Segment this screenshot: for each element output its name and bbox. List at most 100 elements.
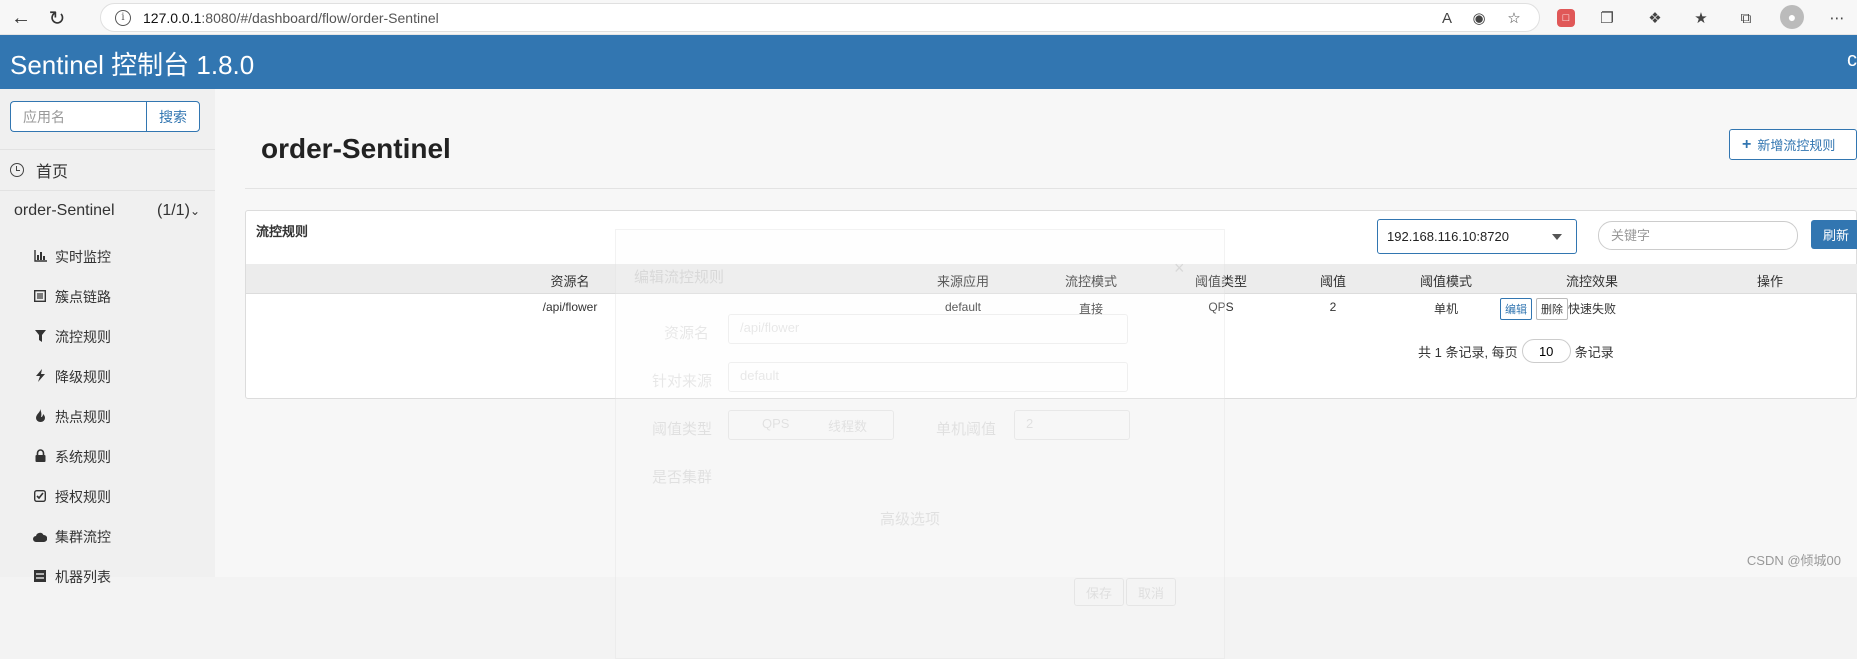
sidebar-item-label: 热点规则	[55, 409, 111, 425]
page-size-input[interactable]	[1521, 339, 1571, 363]
clock-icon	[10, 163, 24, 177]
sidebar-item-flow-rules[interactable]: 流控规则	[0, 317, 215, 357]
collections-icon[interactable]: ❐	[1596, 7, 1618, 29]
refresh-button[interactable]: 刷新	[1811, 220, 1857, 249]
sidebar-item-realtime-monitor[interactable]: 实时监控	[0, 237, 215, 277]
table-header: 资源名 来源应用 流控模式 阈值类型 阈值 阈值模式 流控效果 操作	[246, 264, 1857, 294]
browser-toolbar: ← ↻ i 127.0.0.1:8080/#/dashboard/flow/or…	[0, 0, 1857, 35]
lock-icon	[33, 449, 47, 465]
main-content: order-Sentinel + 新增流控规则 流控规则 192.168.116…	[215, 89, 1857, 659]
column-header: 阈值	[1319, 274, 1347, 289]
cell-grade: QPS	[1208, 300, 1234, 314]
add-flow-rule-button[interactable]: + 新增流控规则	[1729, 129, 1857, 160]
sidebar-menu: 实时监控 簇点链路 流控规则 降级规则 热点规则 系统规则 授权规则 集群流控	[0, 237, 215, 597]
url-path: :8080/#/dashboard/flow/order-Sentinel	[201, 9, 439, 26]
cell-limit-app: default	[944, 300, 982, 314]
sidebar-item-cluster-flow[interactable]: 集群流控	[0, 517, 215, 557]
machine-select[interactable]: 192.168.116.10:8720	[1377, 219, 1577, 254]
ghost-count-label: 单机阈值	[936, 421, 997, 438]
table-row: /api/flower default 直接 QPS 2 单机 快速失败 编辑 …	[246, 294, 1857, 332]
check-square-icon	[33, 489, 47, 505]
sidebar-item-label: 机器列表	[55, 569, 111, 585]
ghost-grade-label: 阈值类型	[652, 421, 713, 438]
app-search-button[interactable]: 搜索	[146, 101, 200, 132]
ghost-grade-field	[728, 410, 894, 440]
sidebar-item-label: 降级规则	[55, 369, 111, 385]
sidebar-item-home[interactable]: 首页	[0, 149, 215, 191]
sidebar: 搜索 首页 order-Sentinel (1/1) ⌄ 实时监控 簇点链路 流…	[0, 89, 215, 585]
ghost-save-button	[1074, 578, 1124, 606]
app-search-input[interactable]	[10, 101, 146, 132]
cell-mode: 直接	[1078, 302, 1104, 316]
sidebar-item-hot-rules[interactable]: 热点规则	[0, 397, 215, 437]
cell-count: 2	[1329, 300, 1337, 314]
column-header: 流控模式	[1064, 274, 1118, 289]
ghost-save-label: 保存	[1086, 586, 1113, 601]
sidebar-item-cluster-point[interactable]: 簇点链路	[0, 277, 215, 317]
sidebar-item-label: 集群流控	[55, 529, 111, 545]
sidebar-app-group[interactable]: order-Sentinel (1/1) ⌄	[0, 191, 215, 231]
chevron-down-icon: ⌄	[190, 204, 201, 218]
header-user-edge[interactable]: c	[1847, 49, 1857, 72]
sidebar-app-count: (1/1)	[157, 202, 190, 219]
pager-suffix: 条记录	[1574, 344, 1614, 360]
pagination: 共 1 条记录, 每页 条记录	[1418, 339, 1614, 363]
sidebar-app-name: order-Sentinel	[14, 202, 115, 219]
sidebar-item-auth-rules[interactable]: 授权规则	[0, 477, 215, 517]
list-icon	[33, 289, 47, 305]
ghost-grade-qps: QPS	[762, 416, 790, 431]
keyword-search-input[interactable]	[1598, 221, 1798, 250]
ghost-cancel-button	[1126, 578, 1176, 606]
pager-prefix: 共 1 条记录, 每页	[1418, 344, 1518, 360]
ghost-grade-threads: 线程数	[828, 419, 868, 434]
read-aloud-icon[interactable]: A	[1436, 7, 1458, 29]
sidebar-item-label: 流控规则	[55, 329, 111, 345]
tracking-prevention-icon[interactable]: ◉	[1468, 7, 1490, 29]
column-header: 流控效果	[1565, 274, 1619, 289]
server-icon	[33, 569, 47, 585]
site-info-icon[interactable]: i	[115, 9, 131, 26]
page-title: order-Sentinel	[261, 133, 451, 164]
sidebar-item-label: 授权规则	[55, 489, 111, 505]
bar-chart-icon	[33, 249, 47, 265]
app-header: Sentinel 控制台 1.8.0 c	[0, 35, 1857, 89]
flash-icon	[33, 369, 47, 385]
tabs-icon[interactable]: ⧉	[1735, 7, 1757, 29]
extension-red-icon[interactable]: □	[1557, 9, 1575, 27]
column-header: 资源名	[550, 274, 590, 289]
column-header: 阈值类型	[1194, 274, 1248, 289]
ghost-count-field	[1014, 410, 1130, 440]
column-header: 操作	[1756, 274, 1784, 289]
machine-select-value: 192.168.116.10:8720	[1387, 229, 1509, 244]
favorite-star-icon[interactable]: ☆	[1503, 7, 1525, 29]
more-menu-icon[interactable]: ⋯	[1826, 7, 1848, 29]
ghost-cancel-label: 取消	[1138, 586, 1165, 601]
reload-icon[interactable]: ↻	[44, 5, 70, 31]
sidebar-item-label: 系统规则	[55, 449, 111, 465]
flow-rules-panel: 流控规则 192.168.116.10:8720 刷新 资源名 来源应用 流控模…	[245, 210, 1857, 399]
back-arrow-icon[interactable]: ←	[8, 5, 34, 31]
sidebar-home-label: 首页	[36, 164, 69, 181]
title-divider	[245, 188, 1857, 189]
edit-rule-button[interactable]: 编辑	[1500, 298, 1532, 320]
cell-effect: 快速失败	[1567, 302, 1617, 316]
add-flow-rule-label: 新增流控规则	[1757, 138, 1836, 153]
sidebar-item-label: 实时监控	[55, 249, 111, 265]
ghost-advanced-link: 高级选项	[880, 511, 941, 528]
extensions-puzzle-icon[interactable]: ❖	[1644, 7, 1666, 29]
cell-resource: /api/flower	[542, 300, 598, 314]
cell-cluster-mode: 单机	[1433, 302, 1459, 316]
ghost-cluster-label: 是否集群	[652, 469, 713, 486]
favorites-list-icon[interactable]: ★	[1690, 7, 1712, 29]
sidebar-item-system-rules[interactable]: 系统规则	[0, 437, 215, 477]
delete-rule-button[interactable]: 删除	[1536, 298, 1568, 320]
column-header: 阈值模式	[1419, 274, 1473, 289]
sidebar-item-degrade-rules[interactable]: 降级规则	[0, 357, 215, 397]
address-bar[interactable]: i 127.0.0.1:8080/#/dashboard/flow/order-…	[100, 3, 1540, 32]
sidebar-item-machine-list[interactable]: 机器列表	[0, 557, 215, 597]
app-search: 搜索	[10, 101, 200, 132]
caret-down-icon	[1552, 234, 1562, 240]
profile-avatar-icon[interactable]: ●	[1780, 5, 1804, 29]
app-title[interactable]: Sentinel 控制台 1.8.0	[10, 45, 254, 82]
fire-icon	[33, 409, 47, 425]
